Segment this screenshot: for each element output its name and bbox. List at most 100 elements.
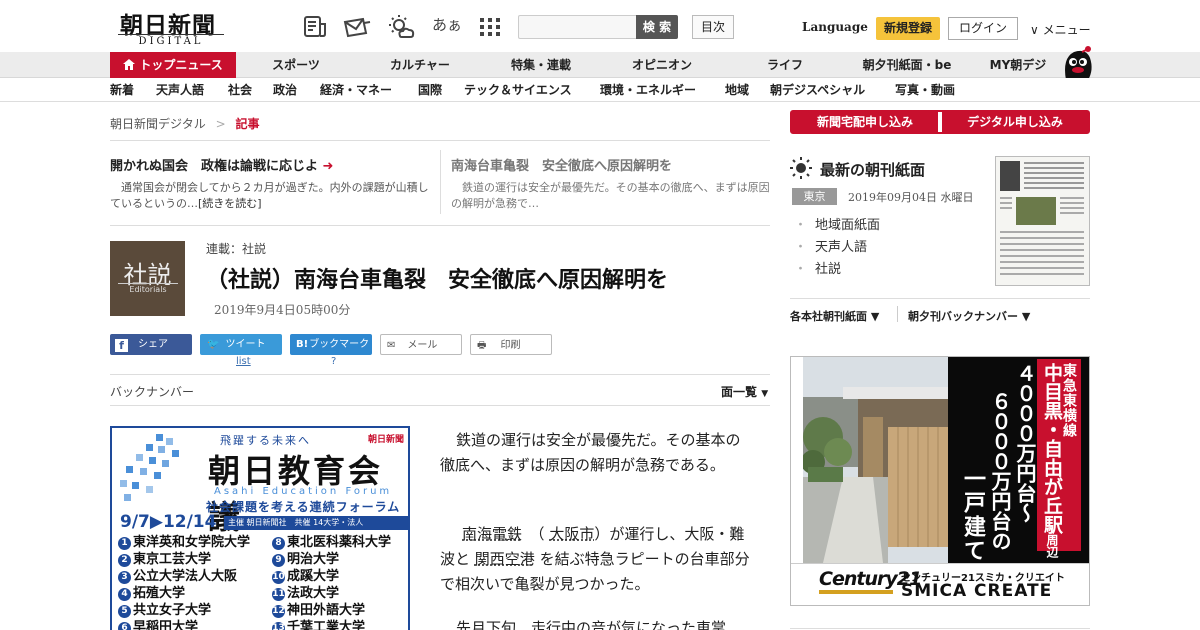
breadcrumb-home[interactable]: 朝日新聞デジタル [110, 117, 206, 131]
ad-dates: 9/7▶12/14 [120, 512, 217, 532]
series-label[interactable]: 連載：社説 [206, 240, 266, 257]
real-estate-ad[interactable]: 東急東横線 中目黒・自由が丘駅周辺 ４０００万円台～ ６０００万円台の 一戸建て… [790, 356, 1090, 606]
nav-item-features[interactable]: 特集・連載 [493, 52, 589, 78]
badge-sub: Editorials [118, 283, 178, 294]
divider [110, 374, 770, 375]
article-date: 2019年9月4日05時00分 [214, 303, 351, 317]
ad-line2: 中目黒・自由が丘駅周辺 [1041, 363, 1063, 558]
ad-price2: ６０００万円台の [988, 391, 1012, 551]
list-number-badge: 12 [272, 605, 285, 618]
sun-icon [790, 157, 812, 183]
ad-house: 一戸建て [960, 467, 985, 563]
weather-icon[interactable] [386, 14, 416, 40]
related-title[interactable]: 開かれぬ国会 政権は論戦に応じよ ➜ [110, 155, 430, 174]
nav-item-culture[interactable]: カルチャー [372, 52, 468, 78]
subnav-special[interactable]: 朝デジスペシャル [770, 81, 865, 98]
signup-button[interactable]: 新規登録 [876, 17, 940, 40]
list-number-badge: 13 [272, 622, 285, 630]
editorial-badge: 社説 Editorials [110, 241, 185, 316]
nav-item-sports[interactable]: スポーツ [248, 52, 344, 78]
mascot-icon[interactable] [1058, 44, 1094, 80]
site-logo[interactable]: 朝日新聞 DIGITAL [112, 6, 230, 47]
nav-item-paper[interactable]: 朝夕刊紙面・be [848, 52, 966, 78]
list-number-badge: 9 [272, 554, 285, 567]
grid-icon[interactable] [477, 14, 503, 40]
subnav-politics[interactable]: 政治 [273, 81, 297, 98]
related-title[interactable]: 南海台車亀裂 安全徹底へ原因解明を [451, 155, 771, 174]
ad-university-item: 4 拓殖大学 [118, 585, 268, 602]
nav-item-opinion[interactable]: オピニオン [614, 52, 710, 78]
hatena-count[interactable]: ? [331, 356, 336, 367]
page-list-dropdown[interactable]: 面一覧 ▼ [721, 383, 768, 400]
news-icon[interactable] [302, 14, 328, 40]
education-forum-ad[interactable]: 飛躍する未来へ 朝日新聞 朝日教育会議 Asahi Education Foru… [110, 426, 410, 630]
digital-subscribe-button[interactable]: デジタル申し込み [942, 112, 1088, 132]
article-title: （社説）南海台車亀裂 安全徹底へ原因解明を [206, 268, 669, 293]
tweet-list-link[interactable]: list [236, 356, 251, 367]
list-number-badge: 3 [118, 571, 131, 584]
nav-item-top-news[interactable]: トップニュース [110, 52, 236, 78]
font-size-icon[interactable]: あぁ [432, 14, 462, 35]
backnumber-link[interactable]: バックナンバー [110, 383, 194, 400]
twitter-icon: 🐦 [207, 339, 220, 350]
related-item[interactable]: 南海台車亀裂 安全徹底へ原因解明を 鉄道の運行は安全が最優先だ。その基本の徹底へ… [451, 155, 771, 212]
ad-university-item: 8 東北医科薬科大学 [272, 534, 408, 551]
hatena-bookmark-button[interactable]: B!ブックマーク [290, 334, 372, 355]
breadcrumb-sep: > [215, 117, 226, 131]
regional-paper-dropdown[interactable]: 各本社朝刊紙面 ▼ [790, 308, 879, 324]
paper-list-item[interactable]: ・天声人語 [794, 236, 867, 255]
list-number-badge: 6 [118, 622, 131, 630]
backnumber-dropdown[interactable]: 朝夕刊バックナンバー ▼ [908, 308, 1030, 324]
mail-icon[interactable] [342, 14, 372, 40]
divider [897, 306, 898, 322]
related-body: 通常国会が閉会してから２カ月が過ぎた。内外の課題が山積しているというの…[続きを… [110, 181, 429, 210]
subnav-economy[interactable]: 経済・マネー [320, 81, 392, 98]
list-number-badge: 10 [272, 571, 285, 584]
ad-university-item: 2 東京工芸大学 [118, 551, 268, 568]
hatena-icon: B! [296, 339, 309, 350]
subnav-region[interactable]: 地域 [725, 81, 749, 98]
link-osaka[interactable]: 大阪市 [549, 525, 594, 543]
paper-list-item[interactable]: ・社説 [794, 258, 841, 277]
tweet-button[interactable]: 🐦 ツイート [200, 334, 282, 355]
subnav-international[interactable]: 国際 [418, 81, 442, 98]
nav-item-my[interactable]: MY朝デジ [978, 52, 1058, 78]
subnav-society[interactable]: 社会 [228, 81, 252, 98]
link-kix[interactable]: 関西空港 [475, 550, 535, 568]
menu-button[interactable]: ∨ メニュー [1030, 21, 1091, 38]
divider [440, 150, 441, 214]
login-button[interactable]: ログイン [948, 17, 1018, 40]
mail-share-button[interactable]: ✉ メール [380, 334, 462, 355]
ad-university-item: 12 神田外語大学 [272, 603, 366, 618]
subnav-environment[interactable]: 環境・エネルギー [600, 81, 696, 98]
print-button[interactable]: 🖶 印刷 [470, 334, 552, 355]
subnav-tenseijingo[interactable]: 天声人語 [156, 81, 204, 98]
subnav-tech[interactable]: テック＆サイエンス [464, 81, 572, 98]
related-item[interactable]: 開かれぬ国会 政権は論戦に応じよ ➜ 通常国会が閉会してから２カ月が過ぎた。内外… [110, 155, 430, 212]
search-input[interactable] [518, 15, 636, 39]
related-body: 鉄道の運行は安全が最優先だ。その基本の徹底へ、まずは原因の解明が急務で… [451, 181, 770, 210]
ad-university-item: 9 明治大学 [272, 551, 408, 568]
breadcrumb-current: 記事 [235, 117, 260, 131]
newspaper-thumbnail[interactable] [995, 156, 1090, 286]
ad-university-item: 13 千葉工業大学 [272, 619, 408, 630]
list-number-badge: 1 [118, 537, 131, 550]
ad-host: 主催 朝日新聞社 共催 14大学・法人 [224, 516, 408, 530]
ad-university-item: 10 成蹊大学 [272, 569, 340, 584]
paper-list-item[interactable]: ・地域面紙面 [794, 214, 880, 233]
ad-university-item: 3 公立大学法人大阪 [118, 568, 268, 585]
link-nankai[interactable]: 南海電鉄 [462, 525, 522, 543]
ad-en: Asahi Education Forum [214, 486, 393, 497]
facebook-share-button[interactable]: f シェア [110, 334, 192, 355]
read-more-link[interactable]: [続きを読む] [198, 197, 262, 210]
search-button[interactable]: 検 索 [636, 15, 678, 39]
logo-bar [819, 590, 893, 594]
subnav-photo[interactable]: 写真・動画 [895, 81, 955, 98]
newspaper-delivery-button[interactable]: 新聞宅配申し込み [792, 112, 938, 132]
language-link[interactable]: Language [802, 20, 868, 34]
latest-paper-title[interactable]: 最新の朝刊紙面 [820, 159, 925, 180]
toc-button[interactable]: 目次 [692, 15, 734, 39]
facebook-icon: f [115, 339, 128, 352]
nav-item-life[interactable]: ライフ [737, 52, 833, 78]
subnav-new[interactable]: 新着 [110, 81, 134, 98]
